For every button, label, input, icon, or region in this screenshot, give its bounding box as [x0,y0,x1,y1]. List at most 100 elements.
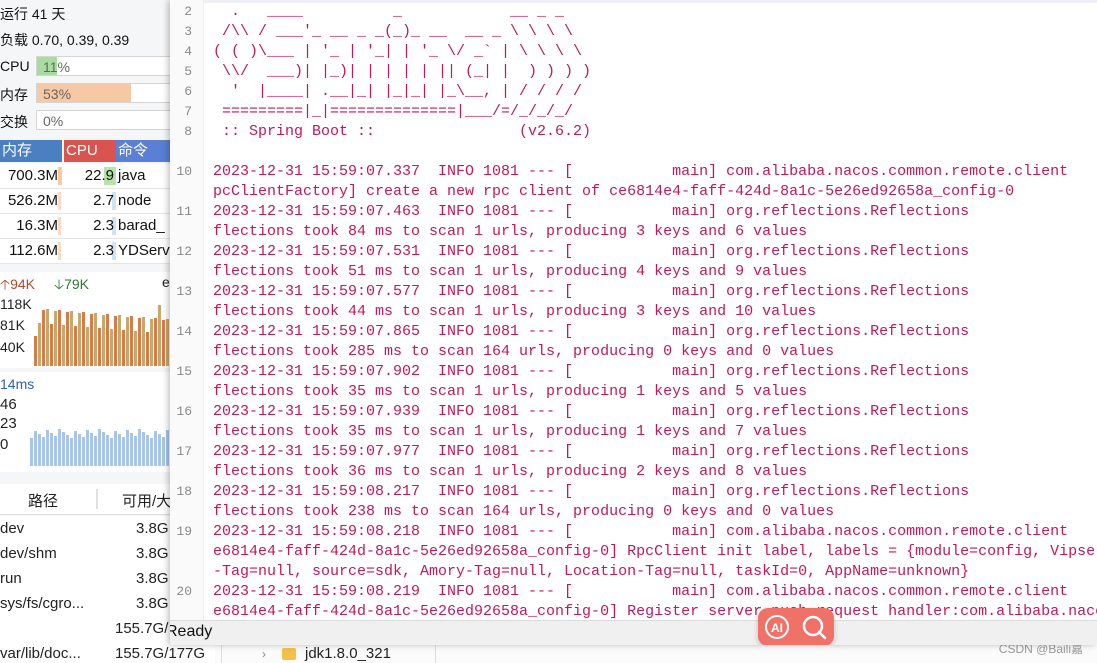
process-mem: 16.3M [16,217,58,234]
disk-header-path[interactable]: 路径 [28,490,58,511]
network-bar [122,330,125,366]
ping-bar [138,429,141,466]
network-bar [70,311,73,366]
ping-bar [130,433,133,466]
disk-size: 3.8G [136,595,169,612]
net-y-label: 118K [0,296,32,312]
disk-path: var/lib/doc... [0,645,81,662]
log-line: 2023-12-31 15:59:07.902 INFO 1081 --- [ … [213,363,970,380]
ping-bar [66,435,69,466]
log-line: ( ( )\___ | '_ | '_| | '_ \/ _` | \ \ \ … [213,43,583,60]
log-line: flections took 238 ms to scan 164 urls, … [213,503,835,520]
column-header-mem[interactable]: 内存 [0,140,62,162]
ping-y-label: 23 [0,415,17,432]
line-number: 14 [176,324,192,339]
load-text: 负载 0.70, 0.39, 0.39 [0,32,130,48]
log-editor-window[interactable]: 2 3 4 5 6 7 8 10 11 12 13 14 15 16 17 18 19 20 . ____ _ _… [170,0,1097,645]
network-bar [150,319,153,366]
log-line: . ____ _ __ _ _ [213,3,565,20]
ping-bar [154,431,157,466]
log-line: flections took 84 ms to scan 1 urls, pro… [213,223,808,240]
ping-y-label: 46 [0,396,17,413]
network-bar [126,317,129,366]
log-text-area[interactable]: . ____ _ __ _ _ /\\ / ___'_ __ _ _(_)_ _… [213,0,1097,620]
ping-y-label: 0 [0,436,9,453]
line-number: 16 [176,404,192,419]
ping-bar [50,433,53,466]
disk-size: 155.7G/177G [115,645,206,662]
network-bar [166,319,169,366]
process-cpu: 2.7 [93,192,114,209]
mem-usage-bar [58,167,62,185]
meter-label: CPU [0,58,30,74]
log-line: 2023-12-31 15:59:08.219 INFO 1081 --- [ … [213,583,1069,600]
log-line: flections took 35 ms to scan 1 urls, pro… [213,383,808,400]
line-number: 8 [184,124,192,139]
search-icon[interactable] [799,612,829,642]
column-header-cpu[interactable]: CPU [64,140,116,162]
network-bar [46,309,49,366]
line-number: 11 [176,204,192,219]
log-line: \\/ ___)| |_)| | | | | || (_| | ) ) ) ) [213,63,592,80]
disk-header-size[interactable]: 可用/大 [122,490,171,511]
floating-toolbar[interactable]: AI [758,608,834,645]
chevron-right-icon[interactable]: › [262,647,266,661]
ping-bar [98,429,101,466]
ping-bar [106,435,109,466]
line-number: 20 [176,584,192,599]
ping-bar [74,431,77,466]
network-bar [114,316,117,366]
process-cpu: 2.3 [93,242,114,259]
network-bar [146,332,149,366]
log-line: 2023-12-31 15:59:07.337 INFO 1081 --- [ … [213,163,1069,180]
network-bar [142,317,145,366]
log-line: e6814e4-faff-424d-8a1c-5e26ed92658a_conf… [213,543,1097,560]
status-bar: Ready [170,620,1097,645]
ping-bar [118,434,121,466]
network-bar [106,314,109,366]
network-bar [118,315,121,366]
network-bar [134,331,137,366]
ping-bar [94,436,97,466]
log-line: pcClientFactory] create a new rpc client… [213,183,1015,200]
ping-bar [150,438,153,466]
network-bar [90,314,93,366]
log-line: 2023-12-31 15:59:07.977 INFO 1081 --- [ … [213,443,970,460]
process-cmd: java [118,167,146,184]
mem-usage-bar [58,242,61,260]
ping-bar [70,438,73,466]
log-line: flections took 285 ms to scan 164 urls, … [213,343,835,360]
network-bar [38,323,41,366]
ping-bar [90,433,93,466]
ping-bar [62,432,65,466]
log-line: flections took 36 ms to scan 1 urls, pro… [213,463,808,480]
ai-icon[interactable]: AI [762,612,792,642]
process-cpu: 22.9 [84,167,114,184]
line-number: 18 [176,484,192,499]
process-mem: 112.6M [9,242,58,259]
mem-usage-bar [58,217,61,235]
line-number-gutter: 2 3 4 5 6 7 8 10 11 12 13 14 15 16 17 18 19 20 [170,0,204,645]
disk-size: 155.7G/ [115,620,169,637]
line-number: 15 [176,364,192,379]
log-line: e6814e4-faff-424d-8a1c-5e26ed92658a_conf… [213,603,1097,620]
log-line: /\\ / ___'_ __ _ _(_)_ __ __ _ \ \ \ \ [213,23,574,40]
status-text: Ready [170,623,213,640]
folder-label[interactable]: jdk1.8.0_321 [305,645,391,662]
log-line: 2023-12-31 15:59:07.865 INFO 1081 --- [ … [213,323,970,340]
ping-bar [162,437,165,466]
divider [435,645,436,663]
network-bar [74,326,77,366]
network-bar [130,316,133,366]
ping-bar [166,430,169,466]
line-number: 3 [184,24,192,39]
ping-bar [78,434,81,466]
line-number: 13 [176,284,192,299]
network-bar [50,324,53,366]
network-bar [86,327,89,366]
line-number: 4 [184,44,192,59]
ping-bar [110,438,113,466]
log-line: flections took 44 ms to scan 1 urls, pro… [213,303,817,320]
log-line: flections took 51 ms to scan 1 urls, pro… [213,263,808,280]
ping-bar [34,431,37,466]
